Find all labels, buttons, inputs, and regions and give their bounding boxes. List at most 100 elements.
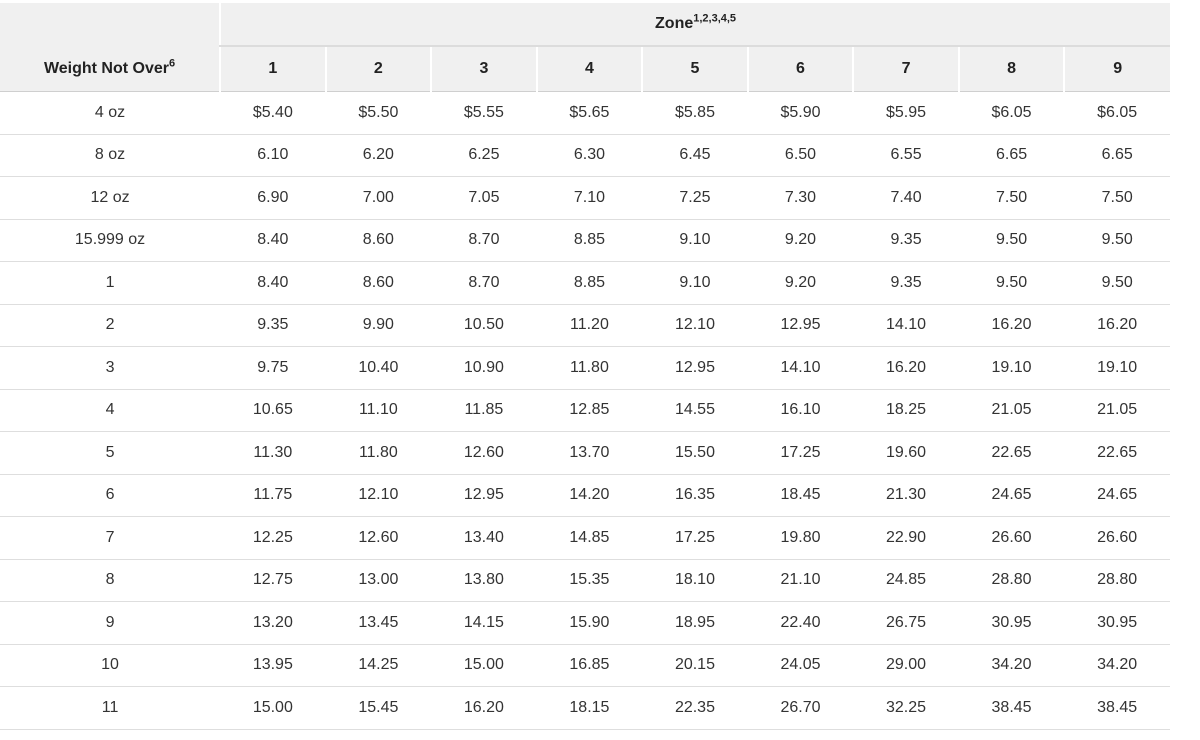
rate-cell: 24.65 (958, 473, 1065, 517)
rate-cell: 8.40 (220, 218, 326, 262)
weight-cell: 1 (0, 261, 221, 304)
zone-number-header: 9 (1063, 46, 1170, 92)
rate-cell: 9.50 (1064, 218, 1170, 262)
rate-cell: 14.20 (536, 473, 643, 517)
zone-number-header: 7 (852, 46, 959, 92)
zone-header-label: Zone (655, 15, 694, 32)
rate-cell: 11.85 (431, 388, 537, 432)
rate-cell: 12.75 (220, 558, 326, 602)
rate-cell: 16.20 (431, 686, 537, 730)
rate-cell: 9.10 (642, 218, 748, 262)
rate-cell: 6.65 (1064, 133, 1170, 177)
table-row: 15.999 oz 8.40 8.60 8.70 8.85 9.10 9.20 9.35 9.5… (0, 218, 1170, 262)
rate-cell: 11.30 (220, 431, 326, 474)
rate-cell: 29.00 (853, 643, 959, 687)
weight-cell: 8 (0, 558, 221, 602)
rate-cell: 30.95 (1064, 601, 1170, 644)
rate-cell: 34.20 (958, 643, 1065, 687)
weight-cell: 9 (0, 601, 221, 644)
rate-cell: 15.90 (536, 601, 643, 644)
rate-cell: 6.10 (220, 133, 326, 177)
weight-cell: 7 (0, 516, 221, 559)
rate-cell: 26.60 (1064, 516, 1170, 559)
rate-cell: $6.05 (1064, 91, 1170, 134)
rate-cell: 10.90 (431, 346, 537, 389)
rate-cell: 26.60 (958, 516, 1065, 559)
table-row: 8 oz 6.10 6.20 6.25 6.30 6.45 6.50 6.55 6.65 6.65 (0, 133, 1170, 177)
zone-group-header: Zone1,2,3,4,5 (219, 3, 1170, 47)
rate-cell: 32.25 (853, 686, 959, 730)
rate-cell: 20.15 (642, 643, 748, 687)
rate-cell: 9.50 (958, 261, 1065, 304)
weight-cell: 4 oz (0, 91, 221, 134)
rate-cell: 34.20 (1064, 643, 1170, 687)
rate-cell: 11.10 (325, 388, 432, 432)
rate-cell: 6.20 (325, 133, 432, 177)
rate-cell: 9.75 (220, 346, 326, 389)
weight-cell: 12 oz (0, 176, 221, 219)
rate-cell: 14.10 (747, 346, 854, 389)
rate-cell: 8.60 (325, 218, 432, 262)
weight-header-footnote: 6 (169, 57, 176, 70)
rate-cell: 24.85 (853, 558, 959, 602)
rate-cell: 7.30 (747, 176, 854, 219)
rate-cell: 10.50 (431, 303, 537, 347)
rate-cell: 11.80 (536, 346, 643, 389)
rate-cell: $5.85 (642, 91, 748, 134)
table-row: 4 10.65 11.10 11.85 12.85 14.55 16.10 18.25 21.0… (0, 388, 1170, 432)
rate-cell: 10.65 (220, 388, 326, 432)
zone-number-header: 2 (324, 46, 432, 92)
rate-cell: 14.15 (431, 601, 537, 644)
rate-cell: 8.70 (431, 261, 537, 304)
weight-cell: 15.999 oz (0, 218, 221, 262)
table-row: 9 13.20 13.45 14.15 15.90 18.95 22.40 26.75 30.9… (0, 601, 1170, 644)
rate-cell: 16.85 (536, 643, 643, 687)
weight-cell: 4 (0, 388, 221, 432)
rate-cell: $5.40 (220, 91, 326, 134)
rate-cell: 18.10 (642, 558, 748, 602)
table-row: 1 8.40 8.60 8.70 8.85 9.10 9.20 9.35 9.50 9.50 (0, 261, 1170, 304)
rate-cell: 11.80 (325, 431, 432, 474)
weight-column-header: Weight Not Over6 (0, 46, 221, 92)
rate-cell: 9.20 (747, 261, 854, 304)
table-body: 4 oz $5.40 $5.50 $5.55 $5.65 $5.85 $5.90 $5.95 $… (0, 91, 1170, 730)
rate-cell: $5.50 (325, 91, 432, 134)
weight-cell: 10 (0, 643, 221, 687)
rate-cell: 21.05 (1064, 388, 1170, 432)
rate-cell: 7.25 (642, 176, 748, 219)
rate-cell: 13.95 (220, 643, 326, 687)
rate-cell: 12.25 (220, 516, 326, 559)
weight-cell: 6 (0, 473, 221, 517)
rate-cell: 19.10 (1064, 346, 1170, 389)
rate-cell: 16.20 (1064, 303, 1170, 347)
rate-cell: 13.20 (220, 601, 326, 644)
rate-cell: 24.65 (1064, 473, 1170, 517)
rate-cell: 11.20 (536, 303, 643, 347)
rate-cell: 12.85 (536, 388, 643, 432)
rate-cell: 17.25 (747, 431, 854, 474)
rate-cell: 9.35 (220, 303, 326, 347)
rate-cell: 14.55 (642, 388, 748, 432)
rate-cell: 16.20 (958, 303, 1065, 347)
zone-number-header: 3 (430, 46, 537, 92)
rate-cell: 15.35 (536, 558, 643, 602)
rate-cell: 15.45 (325, 686, 432, 730)
zone-number-header: 5 (641, 46, 748, 92)
rate-cell: 19.10 (958, 346, 1065, 389)
table-row: 12 oz 6.90 7.00 7.05 7.10 7.25 7.30 7.40 7.50 7.5… (0, 176, 1170, 219)
rate-cell: 6.55 (853, 133, 959, 177)
rate-cell: 18.45 (747, 473, 854, 517)
weight-cell: 8 oz (0, 133, 221, 177)
zone-number-row: Weight Not Over6 123456789 (0, 46, 1170, 92)
rate-cell: 14.85 (536, 516, 643, 559)
rate-cell: $6.05 (958, 91, 1065, 134)
zone-group-row: Zone1,2,3,4,5 (0, 3, 1170, 47)
rate-cell: 6.65 (958, 133, 1065, 177)
rate-cell: 26.70 (747, 686, 854, 730)
rate-cell: 22.65 (958, 431, 1065, 474)
rate-cell: 38.45 (1064, 686, 1170, 730)
rate-cell: 12.10 (642, 303, 748, 347)
rate-cell: 8.85 (536, 261, 643, 304)
rate-cell: $5.90 (747, 91, 854, 134)
rate-cell: 8.60 (325, 261, 432, 304)
